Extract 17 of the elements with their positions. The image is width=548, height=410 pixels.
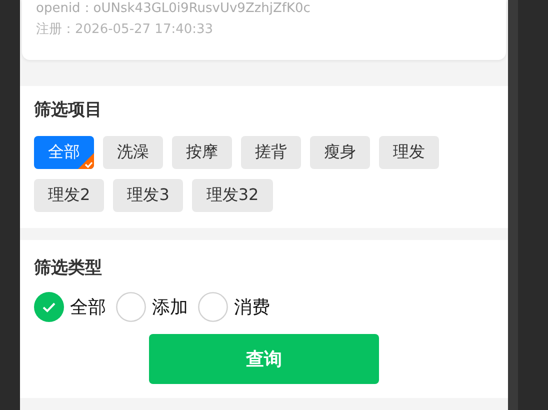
openid-text: openid：oUNsk43GL0i9RusvUv9ZzhjZfK0c: [36, 0, 312, 17]
section-title: 筛选类型: [34, 257, 103, 280]
check-icon: [78, 153, 94, 169]
filter-chip[interactable]: 理发32: [192, 179, 273, 212]
filter-chip[interactable]: 全部: [34, 136, 94, 169]
type-radio[interactable]: 添加: [116, 292, 188, 322]
filter-chip[interactable]: 洗澡: [103, 136, 163, 169]
filter-chip[interactable]: 理发3: [113, 179, 184, 212]
registered-time: 注册：2026-05-27 17:40:33: [36, 21, 214, 39]
type-radio[interactable]: 消费: [198, 292, 270, 322]
filter-chip[interactable]: 理发2: [34, 179, 104, 212]
filter-chip[interactable]: 理发: [379, 136, 439, 169]
filter-chip[interactable]: 搓背: [241, 136, 301, 169]
section-title: 筛选项目: [34, 99, 103, 122]
type-radio[interactable]: 全部: [34, 292, 106, 322]
filter-chip[interactable]: 按摩: [172, 136, 232, 169]
filter-chip[interactable]: 瘦身: [310, 136, 370, 169]
